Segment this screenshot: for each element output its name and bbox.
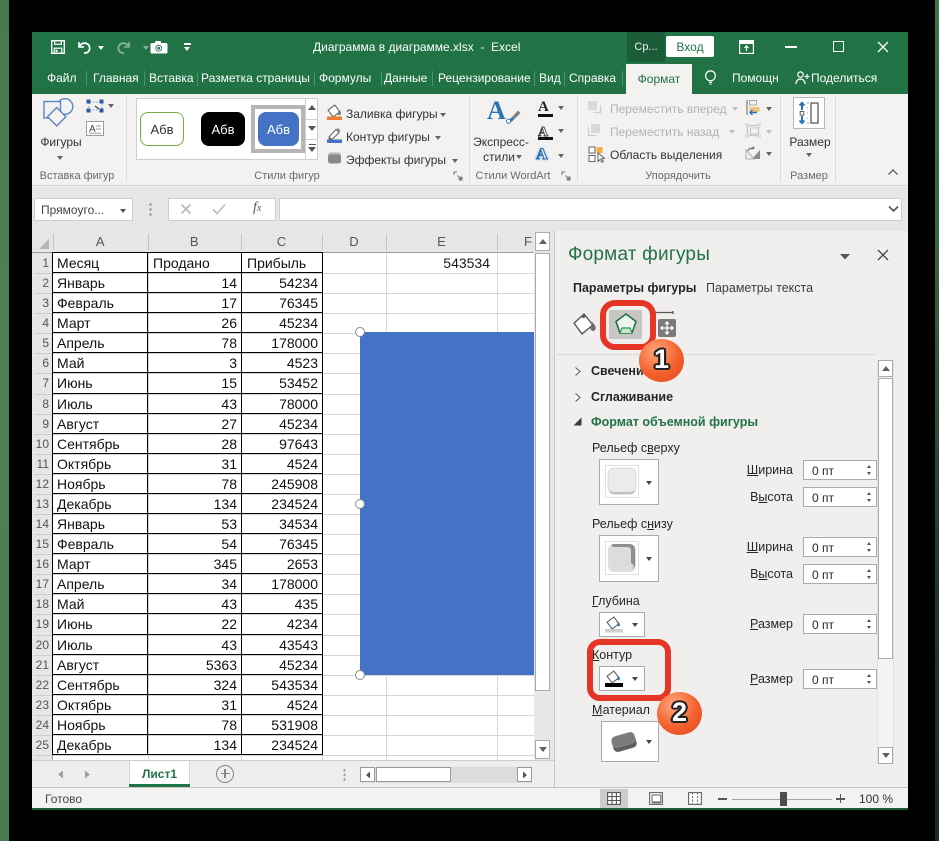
svg-text:А: А <box>536 146 548 162</box>
